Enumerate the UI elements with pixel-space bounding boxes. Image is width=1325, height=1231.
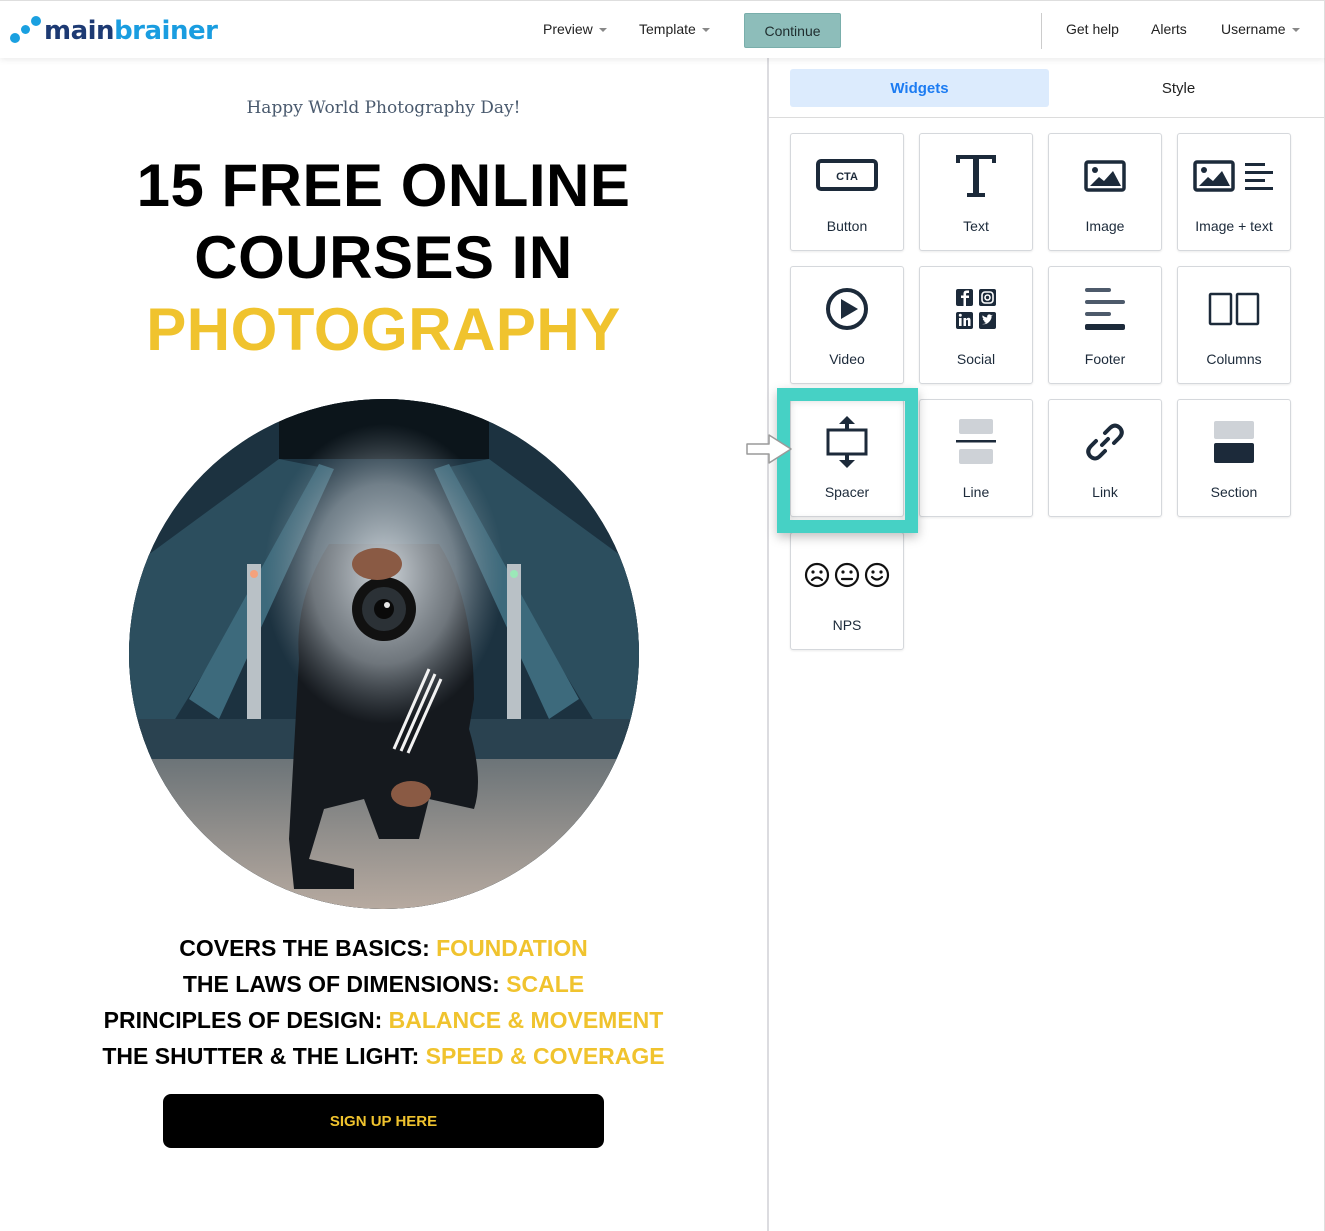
course-label: THE SHUTTER & THE LIGHT: xyxy=(102,1043,420,1069)
widget-image[interactable]: Image xyxy=(1048,133,1162,251)
widget-image-text[interactable]: Image + text xyxy=(1177,133,1291,251)
chevron-down-icon xyxy=(598,28,607,32)
footer-icon xyxy=(1049,283,1161,335)
get-help-link[interactable]: Get help xyxy=(1066,21,1119,37)
template-label: Template xyxy=(639,21,696,37)
widget-label: Text xyxy=(963,218,989,234)
widget-section[interactable]: Section xyxy=(1177,399,1291,517)
course-label: PRINCIPLES OF DESIGN: xyxy=(103,1007,383,1033)
course-label: THE LAWS OF DIMENSIONS: xyxy=(182,971,500,997)
mainbrainer-logo[interactable]: mainbrainer xyxy=(10,15,218,47)
widget-footer[interactable]: Footer xyxy=(1048,266,1162,384)
username-label: Username xyxy=(1221,21,1286,37)
course-list[interactable]: COVERS THE BASICS: FOUNDATION THE LAWS O… xyxy=(0,930,767,1074)
image-icon xyxy=(1049,150,1161,202)
course-item: THE SHUTTER & THE LIGHT: SPEED & COVERAG… xyxy=(0,1038,767,1074)
chevron-down-icon xyxy=(1291,28,1300,32)
nav-divider xyxy=(1041,13,1042,49)
widget-label: Image + text xyxy=(1195,218,1273,234)
widget-spacer[interactable]: Spacer xyxy=(790,399,904,517)
facebook-icon xyxy=(956,289,973,306)
widget-text[interactable]: Text xyxy=(919,133,1033,251)
columns-icon xyxy=(1178,283,1290,335)
widget-label: Image xyxy=(1085,218,1125,234)
course-item: PRINCIPLES OF DESIGN: BALANCE & MOVEMENT xyxy=(0,1002,767,1038)
widget-label: Footer xyxy=(1084,351,1126,367)
widget-label: Video xyxy=(829,351,865,367)
nps-icon xyxy=(791,549,903,601)
top-navigation-bar: mainbrainer Preview Template Continue Ge… xyxy=(0,0,1325,58)
headline-line-2: COURSES IN xyxy=(194,224,573,291)
photographer-image[interactable] xyxy=(129,399,639,909)
widget-label: Spacer xyxy=(824,484,870,500)
happy-face-icon xyxy=(864,562,890,588)
logo-wordmark: mainbrainer xyxy=(44,16,218,46)
continue-button[interactable]: Continue xyxy=(744,13,841,48)
course-item: THE LAWS OF DIMENSIONS: SCALE xyxy=(0,966,767,1002)
logo-dots-icon xyxy=(10,16,42,46)
svg-text:CTA: CTA xyxy=(836,171,858,183)
tab-widgets[interactable]: Widgets xyxy=(790,69,1049,107)
widget-label: Social xyxy=(956,351,996,367)
alerts-label: Alerts xyxy=(1151,21,1187,37)
twitter-icon xyxy=(979,312,996,329)
widget-nps[interactable]: NPS xyxy=(790,532,904,650)
linkedin-icon xyxy=(956,312,973,329)
sign-up-button[interactable]: SIGN UP HERE xyxy=(163,1094,604,1148)
widget-line[interactable]: Line xyxy=(919,399,1033,517)
instagram-icon xyxy=(979,289,996,306)
email-headline[interactable]: 15 FREE ONLINE COURSES IN PHOTOGRAPHY xyxy=(0,150,767,366)
widget-columns[interactable]: Columns xyxy=(1177,266,1291,384)
course-label: COVERS THE BASICS: xyxy=(179,935,430,961)
sad-face-icon xyxy=(804,562,830,588)
neutral-face-icon xyxy=(834,562,860,588)
widget-label: Button xyxy=(826,218,868,234)
alerts-link[interactable]: Alerts xyxy=(1151,21,1187,37)
line-icon xyxy=(920,416,1032,468)
widget-label: Link xyxy=(1092,484,1118,500)
preview-label: Preview xyxy=(543,21,593,37)
widget-label: NPS xyxy=(832,617,862,633)
widget-button[interactable]: CTA Button xyxy=(790,133,904,251)
widget-label: Line xyxy=(962,484,990,500)
pointer-arrow-icon xyxy=(745,432,795,471)
link-icon xyxy=(1049,416,1161,468)
course-value: SPEED & COVERAGE xyxy=(425,1043,665,1069)
headline-accent: PHOTOGRAPHY xyxy=(146,296,621,363)
email-canvas[interactable]: Happy World Photography Day! 15 FREE ONL… xyxy=(0,58,767,1231)
spacer-icon xyxy=(791,416,903,468)
username-dropdown[interactable]: Username xyxy=(1221,21,1300,37)
widget-link[interactable]: Link xyxy=(1048,399,1162,517)
sidebar-tabs: Widgets Style xyxy=(769,58,1324,118)
tab-style[interactable]: Style xyxy=(1049,69,1308,107)
course-value: FOUNDATION xyxy=(436,935,588,961)
widgets-sidebar: Widgets Style CTA Button Text Image Imag… xyxy=(769,58,1325,1231)
preview-dropdown[interactable]: Preview xyxy=(543,21,607,37)
widget-video[interactable]: Video xyxy=(790,266,904,384)
widget-label: Section xyxy=(1210,484,1258,500)
chevron-down-icon xyxy=(701,28,710,32)
course-value: BALANCE & MOVEMENT xyxy=(388,1007,664,1033)
course-item: COVERS THE BASICS: FOUNDATION xyxy=(0,930,767,966)
play-icon xyxy=(791,283,903,335)
image-text-icon xyxy=(1178,150,1290,202)
get-help-label: Get help xyxy=(1066,21,1119,37)
text-icon xyxy=(920,150,1032,202)
template-dropdown[interactable]: Template xyxy=(639,21,710,37)
widget-label: Columns xyxy=(1206,351,1262,367)
widget-social[interactable]: Social xyxy=(919,266,1033,384)
headline-line-1: 15 FREE ONLINE xyxy=(136,152,631,219)
social-icon xyxy=(920,283,1032,335)
email-tagline[interactable]: Happy World Photography Day! xyxy=(0,98,767,118)
course-value: SCALE xyxy=(506,971,585,997)
section-icon xyxy=(1178,416,1290,468)
cta-button-icon: CTA xyxy=(791,150,903,202)
